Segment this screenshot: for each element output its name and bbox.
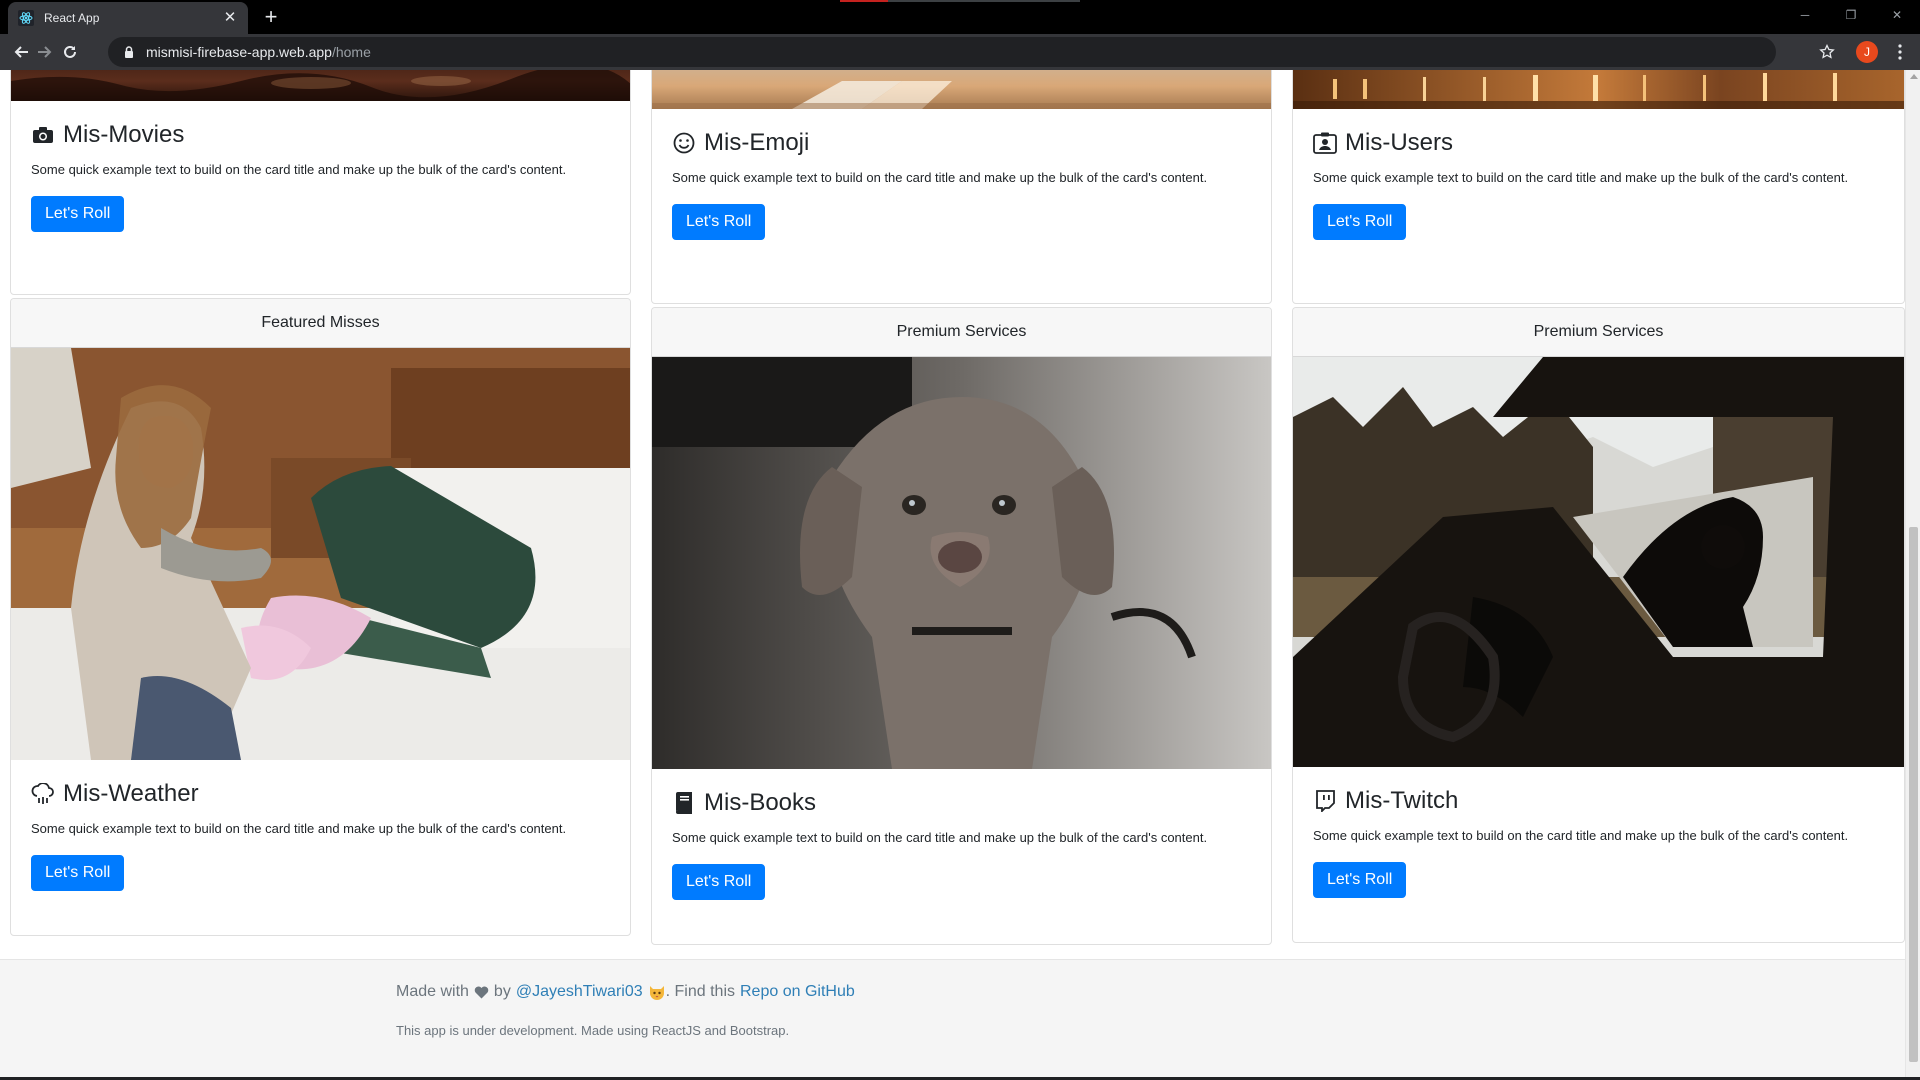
browser-tab-bar: React App ✕ + ─ ❐ ✕	[0, 0, 1920, 34]
camera-icon	[31, 123, 55, 147]
restore-button[interactable]: ❐	[1828, 0, 1874, 30]
back-button[interactable]	[10, 40, 34, 64]
user-card-icon	[1313, 131, 1337, 155]
tab-title: React App	[44, 11, 100, 25]
cat-face-icon	[648, 983, 666, 1001]
smiley-icon	[672, 131, 696, 155]
minimize-button[interactable]: ─	[1782, 0, 1828, 30]
reload-button[interactable]	[58, 40, 82, 64]
card-image-users	[1293, 70, 1904, 109]
cloud-rain-icon	[31, 782, 55, 806]
card-text: Some quick example text to build on the …	[672, 170, 1208, 185]
page-scrollbar[interactable]	[1905, 70, 1920, 1080]
footer-made-with: Made with	[396, 983, 469, 1000]
twitch-icon	[1313, 789, 1337, 813]
close-window-button[interactable]: ✕	[1874, 0, 1920, 30]
card-mis-weather: Featured Misses Mis-Weather Some quick e…	[10, 298, 631, 936]
tab-close-icon[interactable]: ✕	[222, 10, 238, 26]
lock-icon	[122, 45, 136, 59]
card-image-twitch	[1293, 357, 1904, 767]
card-body: Mis-Twitch Some quick example text to bu…	[1293, 767, 1904, 918]
footer-note: This app is under development. Made usin…	[396, 1023, 790, 1038]
url-host: mismisi-firebase-app.web.app	[146, 44, 332, 60]
card-mis-twitch: Premium Services Mis-Twitch Some quick e…	[1292, 307, 1905, 943]
scrollbar-thumb[interactable]	[1909, 527, 1918, 1062]
footer-by: by	[493, 983, 511, 1000]
bookmark-star-icon[interactable]	[1816, 41, 1838, 63]
lets-roll-button[interactable]: Let's Roll	[672, 204, 766, 240]
card-title: Mis-Twitch	[1313, 787, 1884, 815]
card-title: Mis-Users	[1313, 129, 1884, 157]
lets-roll-button[interactable]: Let's Roll	[31, 196, 125, 232]
card-body: Mis-Movies Some quick example text to bu…	[11, 101, 630, 252]
card-header: Premium Services	[652, 308, 1271, 357]
card-title: Mis-Books	[672, 789, 1251, 817]
card-mis-movies: Mis-Movies Some quick example text to bu…	[10, 70, 631, 295]
react-favicon-icon	[18, 10, 34, 26]
card-body: Mis-Books Some quick example text to bui…	[652, 769, 1271, 920]
card-title-text: Mis-Emoji	[704, 129, 810, 156]
profile-avatar[interactable]: J	[1856, 41, 1878, 63]
card-body: Mis-Emoji Some quick example text to bui…	[652, 109, 1271, 260]
card-title-text: Mis-Twitch	[1345, 787, 1459, 814]
card-image-books	[652, 357, 1271, 769]
card-mis-users: Mis-Users Some quick example text to bui…	[1292, 70, 1905, 304]
card-text: Some quick example text to build on the …	[1313, 170, 1849, 185]
window-controls: ─ ❐ ✕	[1782, 0, 1920, 30]
card-image-emoji	[652, 70, 1271, 109]
page-viewport: Mis-Movies Some quick example text to bu…	[0, 70, 1920, 1080]
page-footer: Made with by @JayeshTiwari03 . Find this…	[0, 959, 1905, 1080]
card-title: Mis-Emoji	[672, 129, 1251, 157]
card-title: Mis-Weather	[31, 780, 610, 808]
card-text: Some quick example text to build on the …	[672, 830, 1208, 845]
arrow-right-icon	[38, 46, 52, 58]
card-mis-books: Premium Services Mis-Books Some quick ex…	[651, 307, 1272, 945]
card-text: Some quick example text to build on the …	[1313, 828, 1849, 843]
reload-icon	[64, 45, 76, 58]
repo-link[interactable]: Repo on GitHub	[740, 983, 855, 1001]
card-image-weather	[11, 348, 630, 760]
card-text: Some quick example text to build on the …	[31, 821, 567, 836]
book-icon	[672, 791, 696, 815]
card-title-text: Mis-Books	[704, 789, 817, 816]
footer-find-this: . Find this	[665, 983, 735, 1000]
browser-tab[interactable]: React App ✕	[8, 2, 248, 34]
card-title-text: Mis-Users	[1345, 129, 1453, 156]
card-title: Mis-Movies	[31, 121, 610, 149]
media-indicator	[840, 0, 1080, 2]
browser-toolbar: mismisi-firebase-app.web.app/home J	[0, 34, 1920, 70]
card-title-text: Mis-Weather	[63, 780, 199, 807]
browser-menu-icon[interactable]	[1890, 41, 1910, 63]
card-image-movies	[11, 70, 630, 101]
author-link[interactable]: @JayeshTiwari03	[516, 983, 643, 1001]
scroll-up-arrow-icon[interactable]	[1910, 74, 1918, 79]
card-text: Some quick example text to build on the …	[31, 162, 567, 177]
lets-roll-button[interactable]: Let's Roll	[31, 855, 125, 891]
card-body: Mis-Users Some quick example text to bui…	[1293, 109, 1904, 260]
card-title-text: Mis-Movies	[63, 121, 185, 148]
new-tab-button[interactable]: +	[258, 4, 284, 30]
url-path: /home	[331, 44, 371, 60]
card-body: Mis-Weather Some quick example text to b…	[11, 760, 630, 911]
card-header: Featured Misses	[11, 299, 630, 348]
lets-roll-button[interactable]: Let's Roll	[1313, 204, 1407, 240]
card-header: Premium Services	[1293, 308, 1904, 357]
heart-icon	[474, 986, 489, 999]
card-mis-emoji: Mis-Emoji Some quick example text to bui…	[651, 70, 1272, 304]
footer-credits: Made with by @JayeshTiwari03 . Find this…	[396, 983, 855, 1001]
address-bar[interactable]: mismisi-firebase-app.web.app/home	[108, 37, 1776, 67]
lets-roll-button[interactable]: Let's Roll	[672, 864, 766, 900]
forward-button[interactable]	[32, 40, 56, 64]
lets-roll-button[interactable]: Let's Roll	[1313, 862, 1407, 898]
arrow-left-icon	[14, 46, 28, 58]
